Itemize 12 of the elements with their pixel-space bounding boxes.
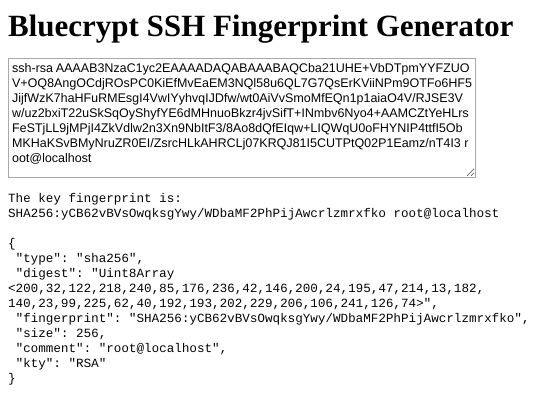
json-output-line: "kty": "RSA" (14, 357, 108, 372)
json-output-line: "type": "sha256", (14, 252, 146, 267)
key-input-field[interactable]: ssh-rsa AAAAB3NzaC1yc2EAAAADAQABAAABAQCba21UHE+VbDTpmYYFZUOV+OQ8AngOCdjROsPC0KiEfMvEaEM3NQl58u6QL7G7QsErKViiNPm9OTFo6HF5JijfWzK7haHFuRMEsgI4VwIYyhvqIJDfw/wt0AiVvSmoMfEQn1p1aiaO4V/RJSE3Vw/uz2bxiT22uSkSqOyShyfYE6dMHnuoBkzr4jvSifT+INmbv6Nyo4+AAMCZtYeHLrsFeSTjLL9jMPjI4ZkVdlw2n3Xn9NbItF3/8Ao8dQfEIqw+LIQWqU0oFHYNIP4ttfI5ObMKHaKSvBMyNruZR0EI/ZsrcHLkAHRCLj07KRQJ81I5CUTPtQ02P1Eamz/nT4I3 root@localhost (8, 58, 476, 178)
json-output-line: } (8, 372, 17, 387)
result-label: The key fingerprint is: (8, 192, 183, 207)
json-output-line: "comment": "root@localhost", (14, 342, 228, 357)
fingerprint-text: SHA256:yCB62vBVsOwqksgYwy/WDbaMF2PhPijAwcrlzmrxfko root@localhost (8, 207, 500, 222)
json-output-line: "fingerprint": "SHA256:yCB62vBVsOwqksgYwy/WDbaMF2PhPijAwcrlzmrxfko", (14, 312, 530, 327)
json-output-line: { (8, 237, 17, 252)
json-output-line: "size": 256, (14, 327, 108, 342)
json-output-line: "digest": "Uint8Array <200,32,122,218,240,85,176,236,42,146,200,24,195,47,214,13,182, 140,23,99,225,62,40,192,193,202,229,206,106,241,126,74>", (8, 267, 486, 312)
page-title: Bluecrypt SSH Fingerprint Generator (8, 8, 514, 44)
